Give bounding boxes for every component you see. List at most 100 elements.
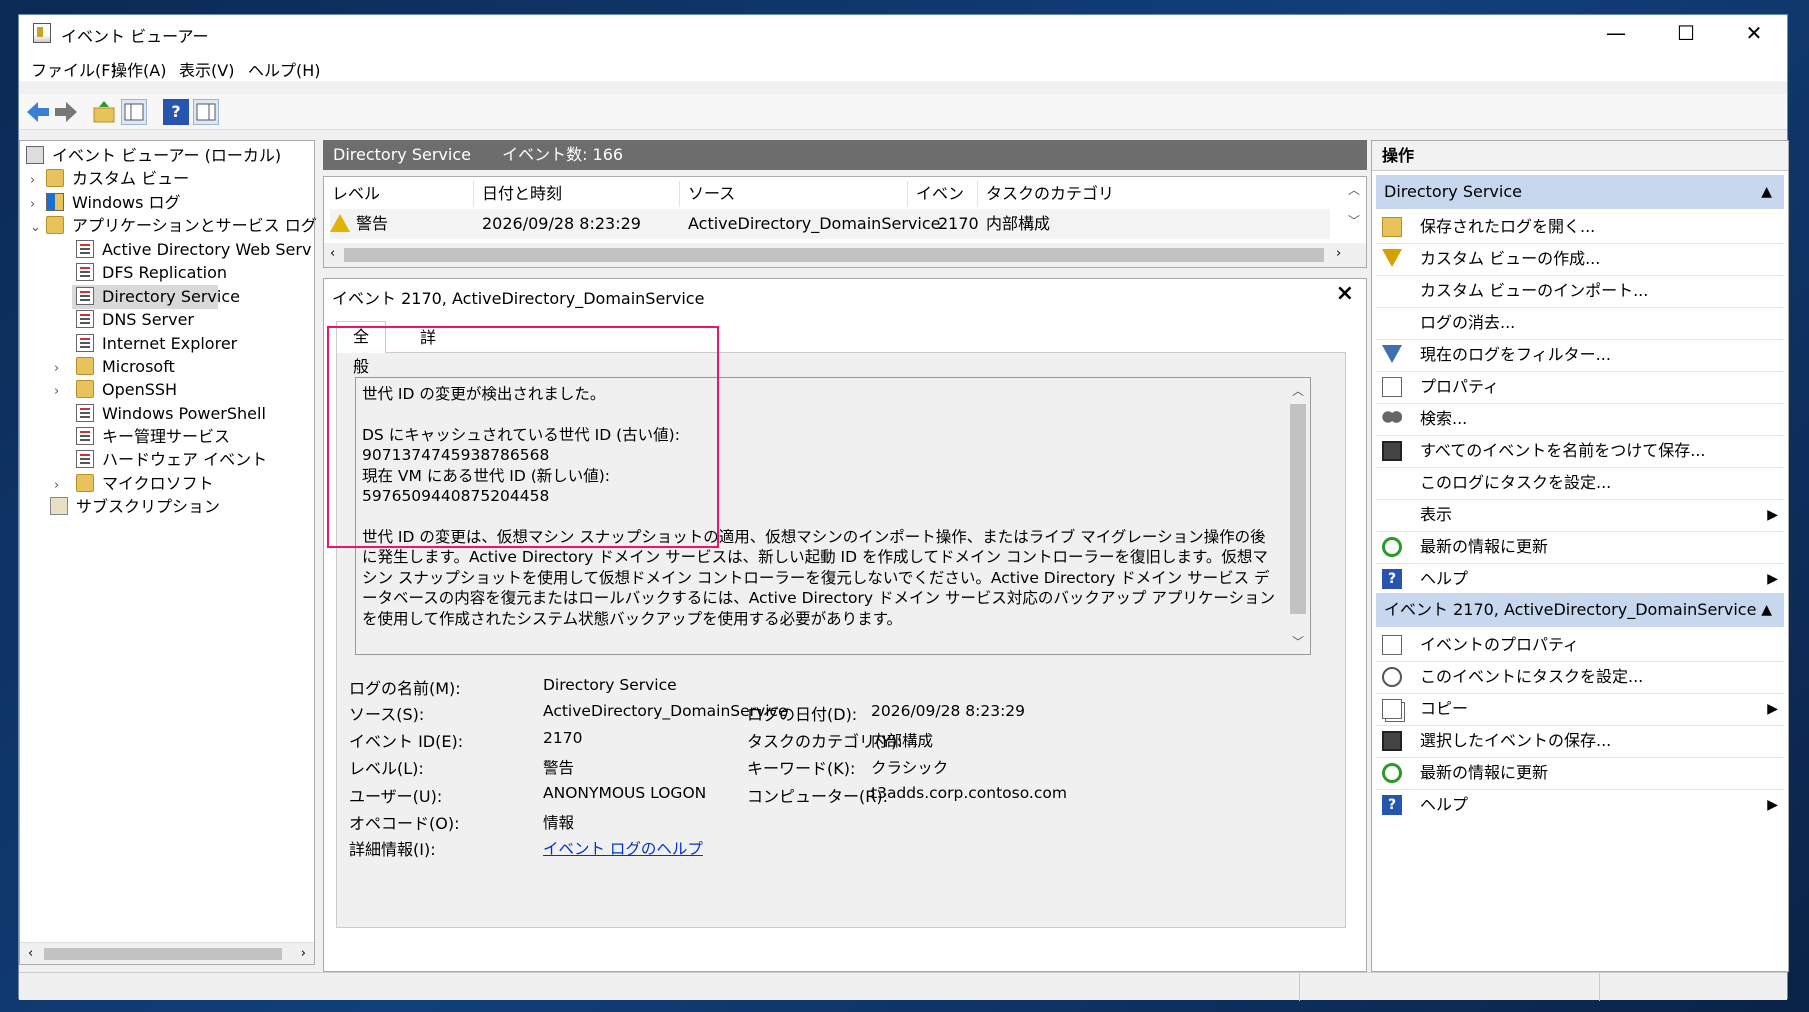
tree-item-dfs-replication[interactable]: DFS Replication — [76, 261, 227, 285]
collapse-chevron-icon[interactable]: ⌄ — [30, 216, 46, 240]
divider — [1376, 757, 1784, 758]
collapse-triangle-icon[interactable]: ▲ — [1761, 175, 1772, 209]
close-icon[interactable]: × — [1336, 281, 1354, 306]
value-logged: 2026/09/28 8:23:29 — [871, 702, 1026, 720]
event-list-horizontal-scrollbar[interactable]: ‹ › — [324, 243, 1366, 267]
maximize-button[interactable]: ☐ — [1651, 15, 1721, 51]
action-refresh[interactable]: 最新の情報に更新 — [1382, 533, 1782, 561]
scroll-thumb[interactable] — [1290, 404, 1306, 614]
tree-item-hardware-events[interactable]: ハードウェア イベント — [76, 448, 267, 472]
scroll-left-icon[interactable]: ‹ — [28, 946, 33, 961]
action-attach-task-to-log[interactable]: このログにタスクを設定... — [1382, 469, 1782, 497]
scroll-up-icon[interactable]: ︿ — [1286, 382, 1310, 399]
action-clear-log[interactable]: ログの消去... — [1382, 309, 1782, 337]
folder-icon — [46, 216, 64, 234]
collapse-triangle-icon[interactable]: ▲ — [1761, 593, 1772, 627]
divider — [1376, 307, 1784, 308]
scroll-up-icon[interactable]: ︿ — [1342, 181, 1366, 198]
action-event-properties[interactable]: イベントのプロパティ — [1382, 631, 1782, 659]
action-open-saved-log[interactable]: 保存されたログを開く... — [1382, 213, 1782, 241]
menu-help[interactable]: ヘルプ(H) — [248, 57, 321, 81]
log-icon — [76, 450, 94, 468]
column-task-category[interactable]: タスクのカテゴリ — [978, 181, 1188, 207]
show-hide-tree-icon[interactable] — [121, 99, 147, 125]
task-icon — [1382, 667, 1402, 687]
scroll-right-icon[interactable]: › — [1336, 246, 1341, 261]
event-list-vertical-scrollbar[interactable]: ︿ ﹀ — [1342, 177, 1366, 241]
column-level[interactable]: レベル — [324, 181, 474, 207]
scroll-thumb[interactable] — [44, 948, 282, 960]
back-arrow-icon[interactable] — [25, 99, 51, 125]
action-copy[interactable]: コピー ▶ — [1382, 695, 1782, 723]
column-event-id[interactable]: イベント... — [908, 181, 978, 229]
tree-root[interactable]: イベント ビューアー (ローカル) — [26, 144, 281, 168]
action-properties[interactable]: プロパティ — [1382, 373, 1782, 401]
event-description[interactable]: 世代 ID の変更が検出されました。 DS にキャッシュされている世代 ID (… — [355, 377, 1311, 655]
menu-action[interactable]: 操作(A) — [111, 57, 166, 81]
value-opcode: 情報 — [543, 814, 575, 832]
menu-file[interactable]: ファイル(F) — [31, 57, 117, 81]
minimize-button[interactable]: — — [1581, 15, 1651, 51]
action-help-event[interactable]: ? ヘルプ ▶ — [1382, 791, 1782, 819]
center-pane: Directory Service イベント数: 166 レベル 日付と時刻 ソ… — [323, 140, 1367, 972]
value-task-category: 内部構成 — [871, 732, 934, 750]
section-directory-service[interactable]: Directory Service ▲ — [1376, 175, 1784, 209]
action-import-custom-view[interactable]: カスタム ビューのインポート... — [1382, 277, 1782, 305]
event-count: イベント数: 166 — [502, 145, 624, 164]
forward-arrow-icon[interactable] — [53, 99, 79, 125]
description-scrollbar[interactable]: ︿ ﹀ — [1286, 378, 1310, 654]
section-event-2170[interactable]: イベント 2170, ActiveDirectory_DomainService… — [1376, 593, 1784, 627]
tree-item-adws[interactable]: Active Directory Web Serv — [76, 238, 311, 262]
action-find[interactable]: 検索... — [1382, 405, 1782, 433]
action-filter-current-log[interactable]: 現在のログをフィルター... — [1382, 341, 1782, 369]
scroll-left-icon[interactable]: ‹ — [330, 246, 335, 261]
up-folder-icon[interactable] — [91, 99, 117, 125]
toolbar: ? — [19, 94, 1787, 130]
tree-item-custom-views[interactable]: › カスタム ビュー — [30, 167, 189, 191]
tree-item-microsoft[interactable]: › Microsoft — [54, 355, 175, 379]
tree-item-key-management[interactable]: キー管理サービス — [76, 425, 230, 449]
scroll-down-icon[interactable]: ﹀ — [1342, 212, 1366, 229]
divider — [1376, 275, 1784, 276]
expand-chevron-icon[interactable]: › — [30, 169, 46, 193]
label-event-id: イベント ID(E): — [349, 732, 464, 751]
value-level: 警告 — [543, 759, 575, 777]
close-button[interactable]: ✕ — [1719, 15, 1789, 51]
tree-item-internet-explorer[interactable]: Internet Explorer — [76, 332, 237, 356]
action-save-all-events-as[interactable]: すべてのイベントを名前をつけて保存... — [1382, 437, 1782, 465]
show-hide-action-pane-icon[interactable] — [193, 99, 219, 125]
action-attach-task-to-event[interactable]: このイベントにタスクを設定... — [1382, 663, 1782, 691]
divider — [1376, 499, 1784, 500]
scroll-down-icon[interactable]: ﹀ — [1286, 633, 1310, 650]
tree-item-windows-powershell[interactable]: Windows PowerShell — [76, 402, 266, 426]
tree-item-directory-service[interactable]: Directory Service — [72, 285, 240, 309]
menu-view[interactable]: 表示(V) — [179, 57, 234, 81]
expand-chevron-icon[interactable]: › — [54, 380, 76, 404]
action-view[interactable]: 表示 ▶ — [1382, 501, 1782, 529]
tree-horizontal-scrollbar[interactable]: ‹ › — [20, 942, 314, 964]
tree-item-subscriptions[interactable]: サブスクリプション — [50, 495, 220, 519]
tree-item-app-service-logs[interactable]: ⌄ アプリケーションとサービス ログ — [30, 214, 317, 238]
tab-details[interactable]: 詳細 — [404, 323, 452, 377]
tree-item-windows-logs[interactable]: › Windows ログ — [30, 191, 181, 215]
event-log-help-link[interactable]: イベント ログのヘルプ — [543, 837, 703, 859]
column-datetime[interactable]: 日付と時刻 — [474, 181, 680, 207]
scroll-thumb[interactable] — [344, 248, 1324, 262]
scroll-right-icon[interactable]: › — [301, 946, 306, 961]
divider — [1376, 693, 1784, 694]
warning-icon — [330, 214, 350, 232]
submenu-arrow-icon: ▶ — [1767, 507, 1778, 523]
event-viewer-window: イベント ビューアー — ☐ ✕ ファイル(F) 操作(A) 表示(V) ヘルプ… — [18, 14, 1789, 1001]
action-refresh-event[interactable]: 最新の情報に更新 — [1382, 759, 1782, 787]
action-create-custom-view[interactable]: カスタム ビューの作成... — [1382, 245, 1782, 273]
tree-item-openssh[interactable]: › OpenSSH — [54, 378, 177, 402]
tree-item-microsoft-jp[interactable]: › マイクロソフト — [54, 472, 214, 496]
tree-item-dns-server[interactable]: DNS Server — [76, 308, 194, 332]
action-help[interactable]: ? ヘルプ ▶ — [1382, 565, 1782, 593]
help-icon[interactable]: ? — [163, 99, 189, 125]
value-user: ANONYMOUS LOGON — [543, 784, 707, 802]
column-source[interactable]: ソース — [680, 181, 908, 207]
action-save-selected-events[interactable]: 選択したイベントの保存... — [1382, 727, 1782, 755]
tab-general[interactable]: 全般 — [336, 321, 387, 376]
status-bar — [19, 972, 1787, 1001]
